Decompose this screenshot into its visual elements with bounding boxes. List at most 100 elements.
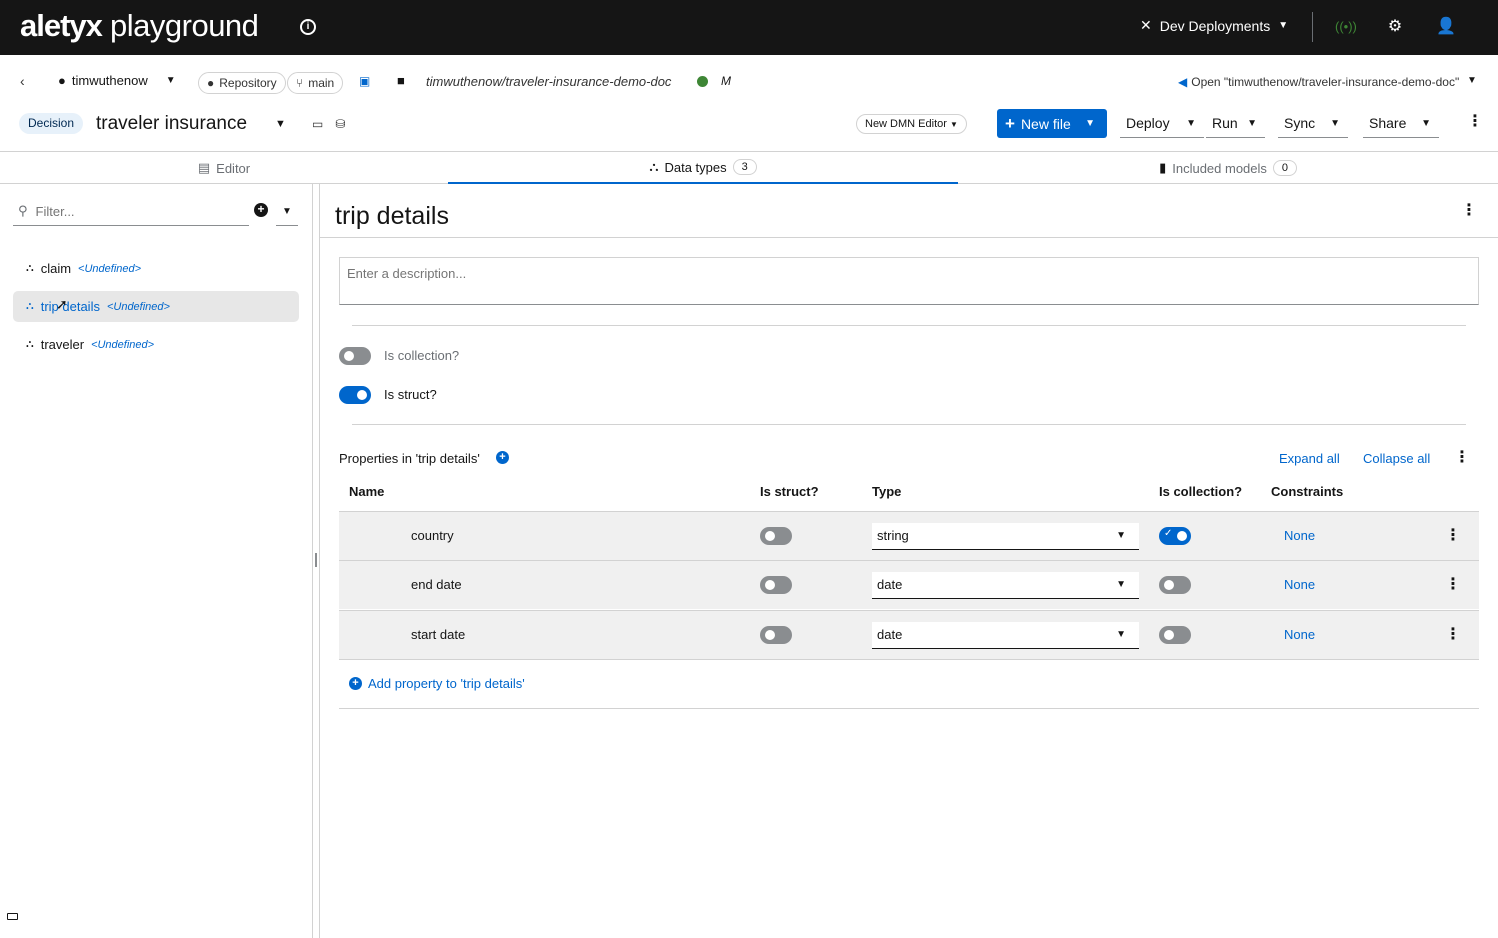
tab-data-types[interactable]: ⛬ Data types 3 [448,152,958,184]
branch-pill[interactable]: ⑂ main [287,72,344,94]
file-title[interactable]: traveler insurance [96,113,247,135]
table-row[interactable]: country string ▼ ✓ None ⋮ [339,511,1479,560]
type-name: claim [40,261,72,276]
owner-dropdown[interactable]: ● timwuthenow ▼ [58,73,176,88]
tab-data-types-label: Data types [664,159,727,175]
open-in-vscode-button[interactable]: ◀ Open "timwuthenow/traveler-insurance-d… [1178,75,1459,89]
collapse-all-button[interactable]: Collapse all [1363,451,1430,466]
chevron-down-icon[interactable]: ▼ [1467,75,1477,86]
dmn-editor-switch[interactable]: New DMN Editor ▼ [856,114,967,134]
vscode-icon: ◀ [1178,75,1188,89]
add-property-icon[interactable]: + [496,451,509,464]
keyboard-icon[interactable] [7,913,18,920]
filter-field[interactable]: ⚲ [13,197,249,226]
type-select[interactable]: date ▼ [872,572,1139,599]
expand-all-button[interactable]: Expand all [1279,451,1340,466]
modified-indicator: M [721,74,731,88]
monitor-icon[interactable]: ▭ [312,117,323,131]
struct-icon: ⛬ [26,338,34,350]
type-select[interactable]: date ▼ [872,622,1139,649]
folder-icon: ■ [397,73,405,88]
gear-icon[interactable]: ⚙ [1385,17,1405,37]
property-name[interactable]: country [411,528,454,543]
column-header-is-struct: Is struct? [760,484,819,499]
github-icon: ● [207,76,215,90]
check-icon: ✓ [1164,528,1173,539]
back-chevron-icon[interactable]: ‹ [20,73,25,89]
info-icon[interactable]: i [300,19,316,35]
constraints-link[interactable]: None [1284,577,1315,592]
sidebar-item-claim[interactable]: ⛬ claim <Undefined> [13,253,299,284]
new-file-label: New file [1020,115,1071,132]
is-collection-toggle[interactable] [1159,626,1191,644]
kebab-menu-icon[interactable]: ⋮ [1461,203,1477,219]
divider [339,708,1479,709]
add-data-type-icon[interactable]: + [254,203,268,217]
type-value: date [877,627,903,642]
type-select[interactable]: string ▼ [872,523,1139,550]
filter-input[interactable] [35,203,236,219]
struct-icon: ⛬ [26,262,34,274]
tab-editor[interactable]: ▤ Editor [0,152,448,184]
app-logo[interactable]: aletyx playground [20,8,259,44]
type-name: trip details [40,299,100,314]
deploy-dropdown[interactable]: Deploy ▼ [1120,109,1204,138]
dev-deployments-dropdown[interactable]: ✕ Dev Deployments ▼ [1140,17,1288,34]
type-ref: <Undefined> [106,300,170,313]
chevron-down-icon: ▼ [1186,117,1196,129]
sidebar-item-traveler[interactable]: ⛬ traveler <Undefined> [13,329,299,360]
repository-path: timwuthenow/traveler-insurance-demo-doc [426,74,672,89]
is-struct-toggle[interactable] [760,626,792,644]
kebab-menu-icon[interactable]: ⋮ [1445,627,1461,643]
kebab-menu-icon[interactable]: ⋮ [1454,450,1470,466]
is-collection-toggle[interactable] [1159,576,1191,594]
tab-included-models[interactable]: ▮ Included models 0 [958,152,1498,184]
masthead-divider [1312,12,1313,42]
chevron-down-icon[interactable]: ▼ [276,197,298,226]
drive-icon[interactable]: ⛁ [335,117,345,131]
add-property-label: Add property to 'trip details' [368,676,525,691]
is-collection-toggle[interactable]: ✓ [1159,527,1191,545]
column-header-constraints: Constraints [1271,484,1344,499]
description-field[interactable] [339,257,1479,305]
chevron-down-icon: ▼ [1330,117,1340,129]
extended-services-icon[interactable]: ((•)) [1335,17,1357,37]
new-file-button[interactable]: + New file ▼ [997,109,1107,138]
is-struct-toggle[interactable] [339,386,371,404]
chevron-down-icon: ▼ [949,120,958,129]
kebab-menu-icon[interactable]: ⋮ [1445,528,1461,544]
type-name: traveler [40,337,85,352]
chevron-down-icon: ▼ [1116,579,1126,590]
is-struct-toggle[interactable] [760,527,792,545]
sync-status-icon[interactable]: ▣ [359,74,370,88]
table-row[interactable]: end date date ▼ None ⋮ [339,560,1479,609]
constraints-link[interactable]: None [1284,528,1315,543]
chevron-down-icon: ▼ [1116,530,1126,541]
share-dropdown[interactable]: Share ▼ [1363,109,1439,138]
property-name[interactable]: start date [411,627,465,642]
is-struct-toggle[interactable] [760,576,792,594]
chevron-down-icon[interactable]: ▼ [275,118,286,130]
sync-dropdown[interactable]: Sync ▼ [1278,109,1348,138]
kebab-menu-icon[interactable]: ⋮ [1467,114,1483,130]
run-dropdown[interactable]: Run ▼ [1206,109,1265,138]
kebab-menu-icon[interactable]: ⋮ [1445,577,1461,593]
is-collection-toggle[interactable] [339,347,371,365]
divider [352,325,1466,326]
share-label: Share [1369,115,1407,131]
add-property-button[interactable]: + Add property to 'trip details' [349,676,525,691]
property-name[interactable]: end date [411,577,462,592]
branch-label: main [308,76,335,90]
column-header-is-collection: Is collection? [1159,484,1243,499]
repository-pill[interactable]: ● Repository [198,72,286,94]
tab-editor-label: Editor [216,160,251,176]
run-label: Run [1212,115,1238,131]
data-type-title[interactable]: trip details [335,202,449,231]
type-ref: <Undefined> [78,262,142,275]
resize-handle-icon[interactable] [315,553,317,567]
file-icons: ▭ ⛁ [312,117,345,131]
user-icon[interactable]: 👤 [1436,17,1456,37]
constraints-link[interactable]: None [1284,627,1315,642]
chevron-down-icon: ▼ [1421,117,1431,129]
table-row[interactable]: start date date ▼ None ⋮ [339,610,1479,659]
